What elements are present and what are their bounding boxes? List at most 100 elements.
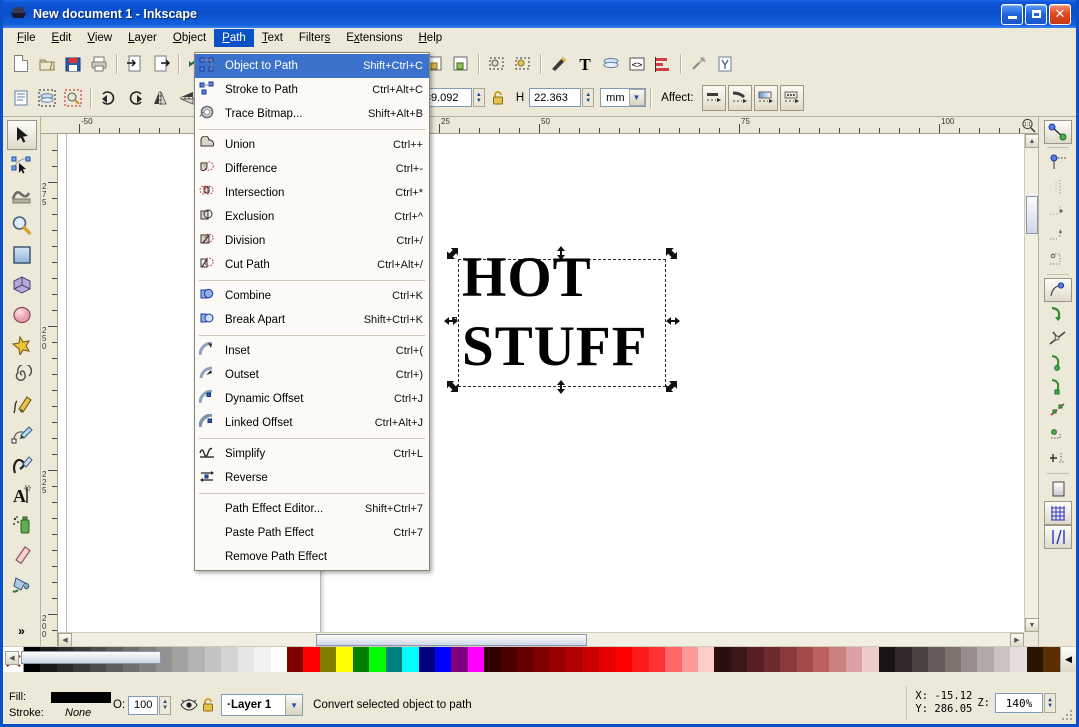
horizontal-ruler[interactable]: -50 25 50 75 100 1:1 [41,117,1038,134]
export-icon[interactable] [148,51,174,77]
vertical-scrollbar[interactable]: ▲ ▼ [1024,134,1039,632]
height-spinner[interactable]: ▲ ▼ [582,88,595,107]
palette-swatch[interactable] [303,647,320,672]
menu-filters[interactable]: Filters [291,29,338,47]
menu-item-stroke-to-path[interactable]: Stroke to Path Ctrl+Alt+C [195,78,429,102]
menu-item-break-apart[interactable]: Break Apart Shift+Ctrl+K [195,308,429,332]
text-tool-dialog-icon[interactable]: T [572,51,598,77]
palette-swatch[interactable] [550,647,567,672]
menu-view[interactable]: View [79,29,120,47]
palette-swatch[interactable] [665,647,682,672]
palette-swatch[interactable] [763,647,781,672]
snap-midpoint-icon[interactable] [1044,398,1072,422]
palette-swatch[interactable] [780,647,797,672]
opacity-spinner[interactable]: ▲ ▼ [159,695,172,715]
zoom-spinner[interactable]: ▲ ▼ [1044,693,1056,713]
palette-scroll-icon[interactable]: ◀ [1060,647,1076,672]
minimize-button[interactable] [1001,3,1023,25]
maximize-button[interactable] [1025,3,1047,25]
scale-ne-handle[interactable] [664,247,677,260]
rotate-90-cw-icon[interactable] [122,85,148,111]
snap-path-icon[interactable] [1044,302,1072,326]
palette-swatch[interactable] [895,647,912,672]
fill-stroke-indicator[interactable]: Fill: Stroke: None [3,689,113,721]
palette-swatch[interactable] [237,647,255,672]
palette-swatch[interactable] [878,647,896,672]
scale-e-handle[interactable] [666,315,680,328]
palette-swatch[interactable] [517,647,534,672]
palette-swatch[interactable] [1026,647,1044,672]
palette-swatch[interactable] [221,647,238,672]
xml-editor-icon[interactable]: <> [624,51,650,77]
palette-swatch[interactable] [287,647,304,672]
scale-stroke-width-icon[interactable] [701,84,726,111]
palette-swatch[interactable] [813,647,830,672]
menu-item-difference[interactable]: Difference Ctrl+- [195,157,429,181]
chevron-down-icon[interactable]: ▼ [628,89,645,106]
palette-swatch[interactable] [500,647,518,672]
palette-swatch[interactable] [171,647,189,672]
palette-swatch[interactable] [862,647,879,672]
palette-swatch[interactable] [434,647,452,672]
palette-swatch[interactable] [566,647,583,672]
snap-intersection-icon[interactable] [1044,326,1072,350]
menu-item-inset[interactable]: Inset Ctrl+( [195,339,429,363]
move-patterns-icon[interactable] [779,84,804,111]
palette-swatch[interactable] [944,647,961,672]
scroll-down-icon[interactable]: ▼ [1025,618,1039,632]
palette-swatch[interactable] [352,647,370,672]
snap-smooth-node-icon[interactable] [1044,374,1072,398]
menu-item-path-effect-editor[interactable]: Path Effect Editor... Shift+Ctrl+7 [195,497,429,521]
snap-bbox-edge-icon[interactable] [1044,175,1072,199]
preferences-icon[interactable] [686,51,712,77]
menu-path[interactable]: Path [214,29,254,47]
menu-item-remove-path-effect[interactable]: Remove Path Effect [195,545,429,569]
palette-swatch[interactable] [336,647,353,672]
snap-cusp-node-icon[interactable] [1044,350,1072,374]
scroll-up-icon[interactable]: ▲ [1025,134,1039,148]
snap-bbox-icon[interactable] [1044,151,1072,175]
menu-item-dynamic-offset[interactable]: Dynamic Offset Ctrl+J [195,387,429,411]
palette-swatch[interactable] [960,647,978,672]
selected-object[interactable]: HOT STUFF [444,246,680,394]
select-all-icon[interactable] [8,85,34,111]
selector-tool[interactable] [6,120,37,150]
menu-text[interactable]: Text [254,29,291,47]
palette-swatch[interactable] [270,647,287,672]
move-gradients-icon[interactable] [753,84,778,111]
palette-swatch[interactable] [533,647,550,672]
zoom-field[interactable]: 140% [995,693,1043,713]
box3d-tool[interactable] [7,270,37,300]
width-spinner[interactable]: ▲ ▼ [472,88,485,107]
palette-swatch[interactable] [385,647,403,672]
palette-swatch[interactable] [977,647,994,672]
save-document-icon[interactable] [60,51,86,77]
palette-swatch[interactable] [599,647,616,672]
palette-swatch[interactable] [993,647,1011,672]
align-distribute-icon[interactable] [650,51,676,77]
palette-swatch[interactable] [681,647,698,672]
opacity-field[interactable]: 100 [128,695,159,715]
palette-swatch[interactable] [829,647,846,672]
palette-scroll-left-icon[interactable]: ◀ [5,650,19,665]
scale-sw-handle[interactable] [446,379,459,392]
chevron-down-icon[interactable]: ▼ [285,695,303,715]
palette-swatch[interactable] [188,647,205,672]
menu-file[interactable]: File [9,29,44,47]
snap-rotation-icon[interactable] [1044,446,1072,470]
palette-swatch[interactable] [1010,647,1027,672]
ungroup-icon[interactable] [510,51,536,77]
units-combo[interactable]: mm ▼ [600,88,647,107]
group-icon[interactable] [484,51,510,77]
open-document-icon[interactable] [34,51,60,77]
menu-item-outset[interactable]: Outset Ctrl+) [195,363,429,387]
palette-swatch[interactable] [582,647,600,672]
deselect-icon[interactable] [60,85,86,111]
fill-stroke-dialog-icon[interactable] [546,51,572,77]
palette-swatch[interactable] [796,647,813,672]
palette-swatch[interactable] [730,647,748,672]
snap-bbox-center-icon[interactable] [1044,247,1072,271]
zoom-tool[interactable] [7,210,37,240]
menu-item-paste-path-effect[interactable]: Paste Path Effect Ctrl+7 [195,521,429,545]
layer-selector[interactable]: ·Layer 1 ▼ [221,694,304,716]
